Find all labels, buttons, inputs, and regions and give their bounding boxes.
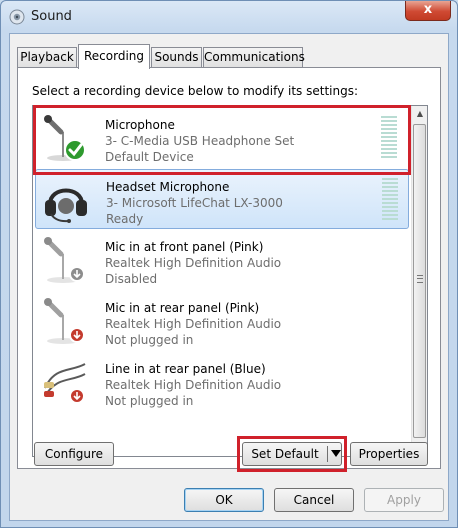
level-meter	[382, 178, 398, 222]
window-title: Sound	[31, 9, 72, 24]
device-name: Mic in at rear panel (Pink)	[105, 301, 260, 315]
device-name: Line in at rear panel (Blue)	[105, 362, 266, 376]
device-status: Default Device	[105, 150, 194, 164]
tab-sounds[interactable]: Sounds	[151, 47, 202, 68]
recording-tab-panel: Select a recording device below to modif…	[17, 67, 441, 469]
device-description: 3- C-Media USB Headphone Set	[105, 134, 295, 148]
level-meter	[381, 116, 397, 160]
close-button[interactable]: x	[405, 1, 451, 21]
device-status: Not plugged in	[105, 333, 194, 347]
device-item-microphone[interactable]: Microphone 3- C-Media USB Headphone Set …	[35, 108, 409, 168]
grip-icon	[417, 275, 423, 283]
speaker-icon	[9, 9, 25, 25]
dialog-client-area: Playback Recording Sounds Communications…	[9, 33, 449, 521]
sound-dialog: Sound x Playback Recording Sounds Commun…	[0, 0, 458, 528]
tab-recording[interactable]: Recording	[78, 44, 150, 69]
close-icon: x	[423, 2, 433, 17]
cancel-button[interactable]: Cancel	[274, 488, 354, 512]
line-in-cable-icon	[44, 363, 86, 404]
device-item-mic-front-panel[interactable]: Mic in at front panel (Pink) Realtek Hig…	[35, 230, 409, 290]
device-status: Not plugged in	[105, 394, 194, 408]
set-default-label[interactable]: Set Default	[243, 443, 327, 465]
device-item-line-in-rear[interactable]: Line in at rear panel (Blue) Realtek Hig…	[35, 352, 409, 412]
split-divider	[327, 446, 328, 462]
scroll-up-icon[interactable]: ▲	[412, 106, 427, 122]
device-item-mic-rear-panel[interactable]: Mic in at rear panel (Pink) Realtek High…	[35, 291, 409, 351]
headset-icon	[45, 188, 87, 223]
recording-device-list[interactable]: Microphone 3- C-Media USB Headphone Set …	[32, 105, 428, 457]
device-name: Headset Microphone	[106, 180, 230, 194]
device-status: Ready	[106, 212, 144, 226]
device-description: 3- Microsoft LifeChat LX-3000	[106, 196, 283, 210]
device-name: Mic in at front panel (Pink)	[105, 240, 264, 254]
apply-button[interactable]: Apply	[364, 488, 444, 512]
tab-communications[interactable]: Communications	[203, 47, 305, 68]
scrollbar-thumb[interactable]	[413, 124, 426, 438]
instruction-text: Select a recording device below to modif…	[32, 84, 359, 98]
properties-button[interactable]: Properties	[350, 442, 428, 466]
title-bar[interactable]: Sound x	[1, 1, 457, 33]
microphone-unplugged-icon	[44, 298, 85, 344]
device-name: Microphone	[105, 118, 175, 132]
device-description: Realtek High Definition Audio	[105, 378, 282, 392]
dropdown-arrow-icon[interactable]	[331, 450, 341, 457]
device-description: Realtek High Definition Audio	[105, 317, 282, 331]
device-status: Disabled	[105, 272, 158, 286]
configure-button[interactable]: Configure	[34, 442, 114, 466]
device-list-scrollbar[interactable]: ▲ ▼	[411, 106, 427, 456]
microphone-default-icon	[44, 115, 86, 161]
microphone-disabled-icon	[44, 237, 85, 283]
tab-playback[interactable]: Playback	[17, 47, 77, 68]
ok-button[interactable]: OK	[184, 488, 264, 512]
device-description: Realtek High Definition Audio	[105, 256, 282, 270]
set-default-split-button[interactable]: Set Default	[242, 442, 342, 466]
device-item-headset-microphone[interactable]: Headset Microphone 3- Microsoft LifeChat…	[35, 169, 409, 229]
